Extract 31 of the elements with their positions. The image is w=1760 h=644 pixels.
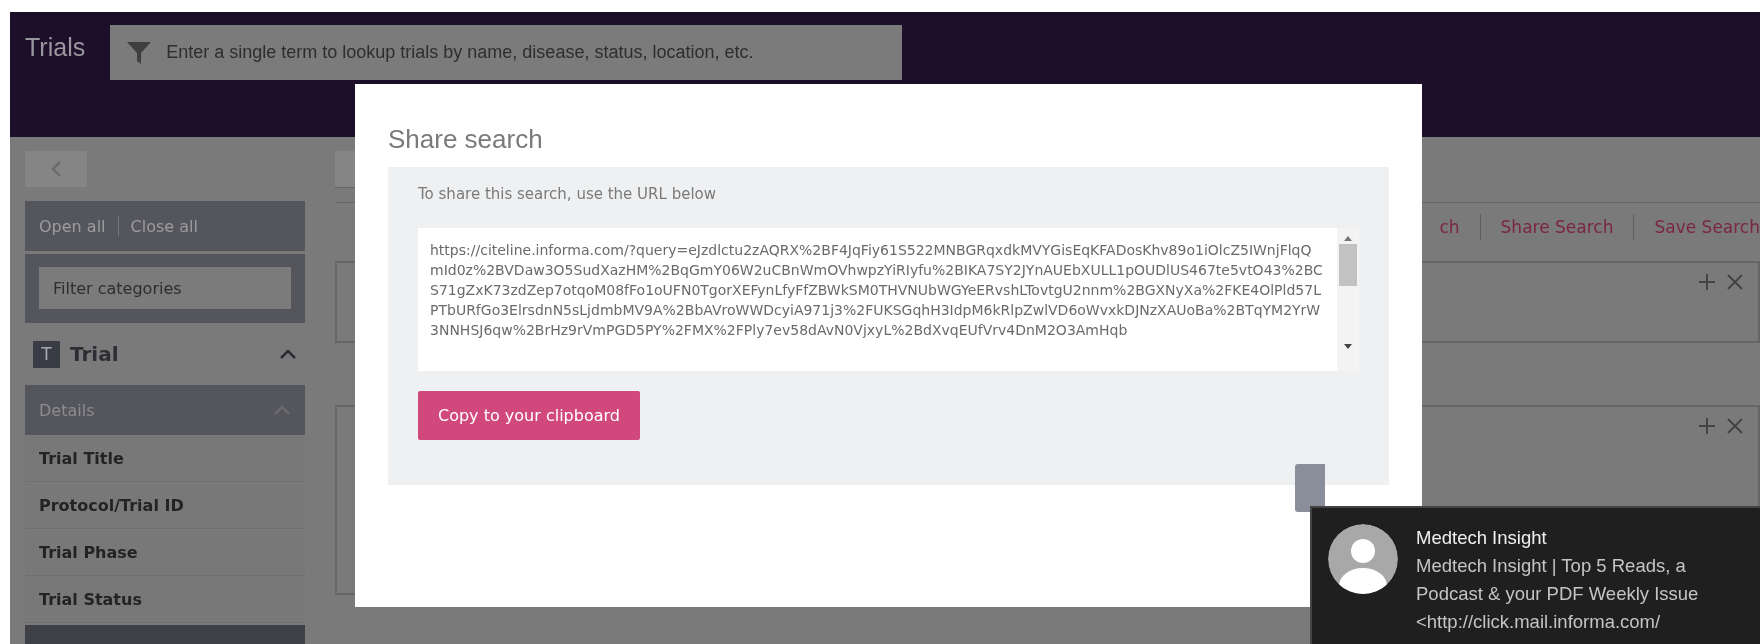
- section-title[interactable]: Trial: [70, 342, 269, 366]
- add-icon[interactable]: [1698, 417, 1716, 435]
- category-badge: T: [33, 340, 60, 368]
- toolbar-link[interactable]: Save Search: [1654, 217, 1760, 237]
- app-title: Trials: [25, 33, 86, 62]
- scroll-thumb[interactable]: [1339, 244, 1357, 286]
- toolbar-link[interactable]: ch: [1439, 217, 1460, 237]
- close-icon[interactable]: [1726, 417, 1744, 435]
- add-icon[interactable]: [1698, 273, 1716, 291]
- sidebar-link[interactable]: Open all: [39, 216, 106, 236]
- notification-title: Medtech Insight: [1416, 526, 1548, 550]
- toolbar-link[interactable]: Share Search: [1500, 217, 1614, 237]
- notification-text: Podcast & your PDF Weekly Issue: [1416, 582, 1699, 606]
- notification-text: Medtech Insight | Top 5 Reads, a: [1416, 554, 1687, 578]
- notification-text: <http://click.mail.informa.com/: [1416, 610, 1662, 634]
- chevron-left-icon: [50, 160, 62, 178]
- close-icon[interactable]: [1726, 273, 1744, 291]
- sidebar-link[interactable]: Close all: [130, 216, 198, 236]
- notification-toast[interactable]: Medtech Insight Medtech Insight | Top 5 Reads, a Podcast & your PDF Weekly Issue <http://click.mail.informa.com/: [1310, 506, 1760, 644]
- scroll-up-icon[interactable]: [1343, 234, 1353, 242]
- avatar-icon: [1328, 524, 1398, 594]
- scrollbar[interactable]: [1337, 228, 1359, 371]
- collapse-icon[interactable]: [279, 348, 297, 360]
- search-field[interactable]: Enter a single term to lookup trials by name, disease, status, location, etc.: [110, 25, 903, 80]
- dialog-button[interactable]: [1295, 464, 1325, 512]
- copy-button[interactable]: Copy to your clipboard: [418, 391, 640, 440]
- filter-field[interactable]: Filter categories: [39, 267, 291, 309]
- filter-icon: [126, 39, 153, 66]
- dialog-title: Share search: [388, 124, 544, 155]
- instruction-text: To share this search, use the URL below: [418, 185, 717, 203]
- scroll-down-icon[interactable]: [1343, 343, 1353, 351]
